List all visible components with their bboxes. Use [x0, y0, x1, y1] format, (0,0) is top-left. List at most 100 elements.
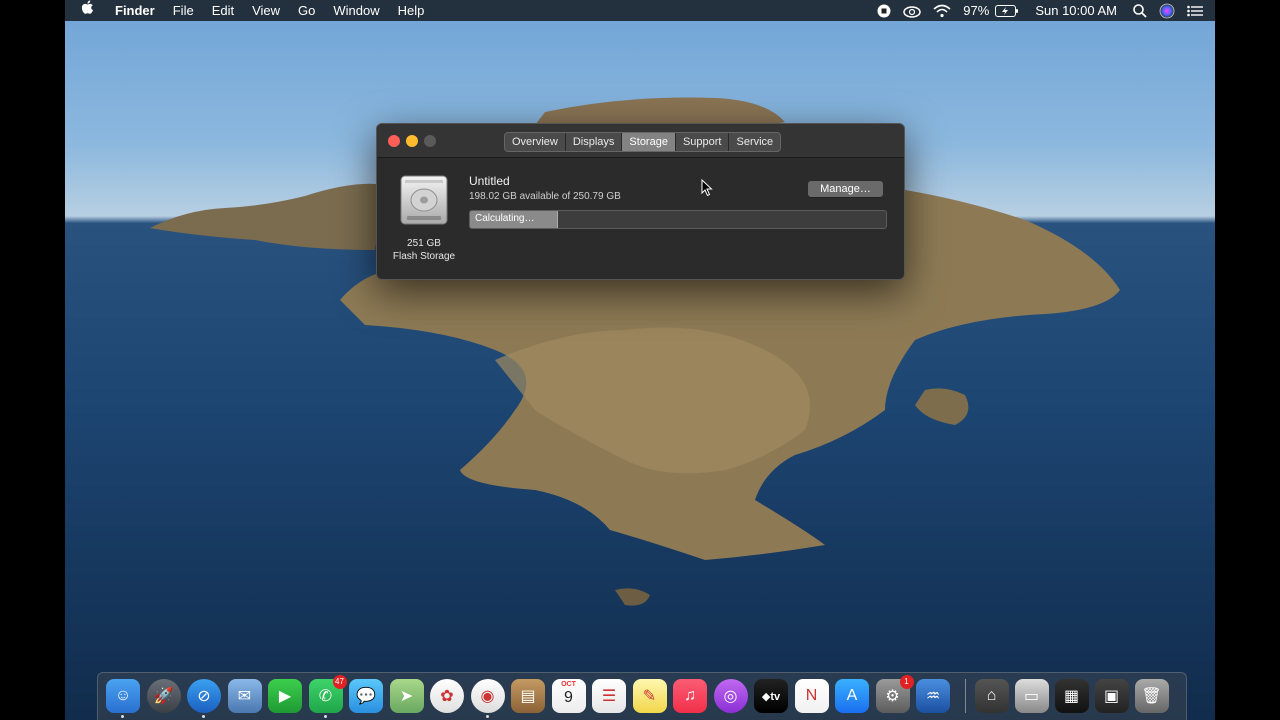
running-indicator — [323, 715, 327, 718]
dock-chrome-icon[interactable]: ◉ — [470, 679, 505, 718]
dock-calendar-icon[interactable]: OCT 9 — [551, 679, 586, 713]
dock-screenshots-stack-icon[interactable]: ▦ — [1054, 679, 1089, 713]
messages-glyph-icon: 💬 — [356, 688, 376, 705]
menu-edit[interactable]: Edit — [203, 0, 243, 21]
system-preferences-glyph-icon: ⚙ — [885, 688, 900, 705]
dock-separator — [964, 679, 966, 713]
wallpaper-island — [150, 97, 1120, 606]
stop-recording-icon[interactable] — [871, 0, 897, 21]
desktop: Finder File Edit View Go Window Help 97%… — [65, 0, 1215, 720]
safari-glyph-icon: ⊘ — [197, 688, 211, 705]
disk-size: 251 GB — [407, 238, 441, 249]
menu-clock[interactable]: Sun 10:00 AM — [1025, 0, 1127, 21]
notification-badge: 1 — [899, 675, 914, 689]
hard-drive-icon — [400, 175, 448, 225]
battery-charging-icon[interactable] — [995, 0, 1025, 21]
finder-glyph-icon: ☺ — [114, 687, 132, 704]
facetime-glyph-icon: ▶ — [278, 688, 292, 705]
photos-glyph-icon: ✿ — [440, 688, 454, 705]
downloads-stack-icon-glyph: ▭ — [1023, 688, 1040, 705]
dock-news-icon[interactable]: N — [794, 679, 829, 713]
storage-bar: Calculating… — [469, 210, 887, 229]
dock-music-icon[interactable]: ♫ — [673, 679, 707, 713]
running-indicator — [121, 715, 124, 718]
notes-glyph-icon: ✎ — [642, 688, 657, 705]
dock-whatsapp-icon[interactable]: ✆ 47 — [308, 675, 347, 718]
contacts-glyph-icon: ▤ — [520, 688, 536, 705]
menu-view[interactable]: View — [243, 0, 289, 21]
siri-icon[interactable] — [1153, 0, 1181, 21]
spotlight-icon[interactable] — [1127, 0, 1153, 21]
reminders-glyph-icon: ☰ — [601, 688, 617, 705]
mouse-pointer-icon — [701, 179, 713, 197]
dock-photos-icon[interactable]: ✿ — [430, 679, 464, 713]
audio-app-glyph-icon: ♒ — [925, 688, 941, 705]
airdrop-stack-icon-glyph: ⌂ — [986, 687, 997, 704]
dock-podcasts-icon[interactable]: ◎ — [713, 679, 748, 713]
minimize-button[interactable] — [406, 135, 418, 147]
apple-menu-icon[interactable] — [65, 0, 106, 21]
storage-bar-label: Calculating… — [475, 213, 535, 224]
tab-storage[interactable]: Storage — [622, 133, 676, 151]
tab-displays[interactable]: Displays — [566, 133, 623, 151]
news-glyph-icon: N — [805, 687, 818, 704]
music-glyph-icon: ♫ — [684, 687, 696, 704]
running-indicator — [485, 715, 489, 718]
battery-percent[interactable]: 97% — [957, 0, 995, 21]
notification-badge: 47 — [332, 675, 347, 689]
dock-app-store-icon[interactable]: A — [835, 679, 869, 713]
dock-apple-tv-icon[interactable]: ◆tv — [754, 679, 788, 713]
menu-go[interactable]: Go — [289, 0, 324, 21]
dock-maps-icon[interactable]: ➤ — [389, 679, 424, 713]
menu-app-name[interactable]: Finder — [106, 0, 164, 21]
menu-help[interactable]: Help — [389, 0, 434, 21]
maps-glyph-icon: ➤ — [399, 688, 414, 705]
tab-support[interactable]: Support — [676, 133, 730, 151]
dock-safari-icon[interactable]: ⊘ — [187, 679, 221, 718]
calendar-month: OCT — [561, 681, 576, 688]
dock-facetime-icon[interactable]: ▶ — [268, 679, 302, 713]
trash-icon-glyph: 🗑 — [1141, 688, 1162, 705]
dock-finder-icon[interactable]: ☺ — [106, 679, 140, 718]
wifi-icon[interactable] — [927, 0, 957, 21]
dock: ☺ 🚀 ⊘ ✉ ▶ ✆ 47 💬 ➤ ✿ ◉ ▤ OCT 9 ☰ ✎ ♫ ◎ ◆tv N A ⚙ 1 ♒ ⌂ ▭ ▦ ▣ 🗑 — [97, 672, 1187, 720]
dock-airdrop-stack-icon[interactable]: ⌂ — [974, 679, 1009, 713]
app-store-glyph-icon: A — [846, 687, 858, 704]
dock-trash-icon[interactable]: 🗑 — [1134, 679, 1169, 713]
tab-service[interactable]: Service — [729, 133, 780, 151]
menu-window[interactable]: Window — [324, 0, 388, 21]
screenshots-stack-icon-glyph: ▦ — [1063, 688, 1080, 705]
manage-button[interactable]: Manage… — [808, 181, 883, 197]
chrome-glyph-icon: ◉ — [480, 688, 495, 705]
menu-bar: Finder File Edit View Go Window Help 97%… — [65, 0, 1215, 21]
dock-messages-icon[interactable]: 💬 — [349, 679, 383, 713]
menu-file[interactable]: File — [164, 0, 203, 21]
dock-reminders-icon[interactable]: ☰ — [592, 679, 626, 713]
notification-center-icon[interactable] — [1181, 0, 1215, 21]
mail-bird-glyph-icon: ✉ — [237, 688, 252, 705]
about-this-mac-window: Overview Displays Storage Support Servic… — [376, 123, 905, 280]
disk-type: Flash Storage — [392, 251, 456, 262]
dock-mail-bird-icon[interactable]: ✉ — [227, 679, 262, 713]
dock-downloads-stack-icon[interactable]: ▭ — [1014, 679, 1049, 713]
volume-availability: 198.02 GB available of 250.79 GB — [469, 191, 621, 202]
close-button[interactable] — [388, 135, 400, 147]
dock-launchpad-icon[interactable]: 🚀 — [146, 679, 181, 713]
podcasts-glyph-icon: ◎ — [723, 688, 738, 705]
apple-tv-label: ◆tv — [761, 690, 781, 703]
tab-overview[interactable]: Overview — [505, 133, 566, 151]
letterbox-left — [0, 0, 65, 720]
window-titlebar[interactable]: Overview Displays Storage Support Servic… — [377, 124, 904, 158]
dock-recent-stack-icon[interactable]: ▣ — [1094, 679, 1129, 713]
creative-cloud-icon[interactable] — [897, 0, 927, 21]
recent-stack-icon-glyph: ▣ — [1103, 688, 1120, 705]
status-area: 97% Sun 10:00 AM — [871, 0, 1215, 21]
dock-contacts-icon[interactable]: ▤ — [511, 679, 545, 713]
zoom-button[interactable] — [424, 135, 436, 147]
dock-audio-app-icon[interactable]: ♒ — [916, 679, 950, 713]
launchpad-glyph-icon: 🚀 — [153, 688, 174, 705]
dock-system-preferences-icon[interactable]: ⚙ 1 — [875, 675, 914, 713]
letterbox-right — [1215, 0, 1280, 720]
dock-notes-icon[interactable]: ✎ — [632, 679, 667, 713]
whatsapp-glyph-icon: ✆ — [318, 688, 333, 705]
